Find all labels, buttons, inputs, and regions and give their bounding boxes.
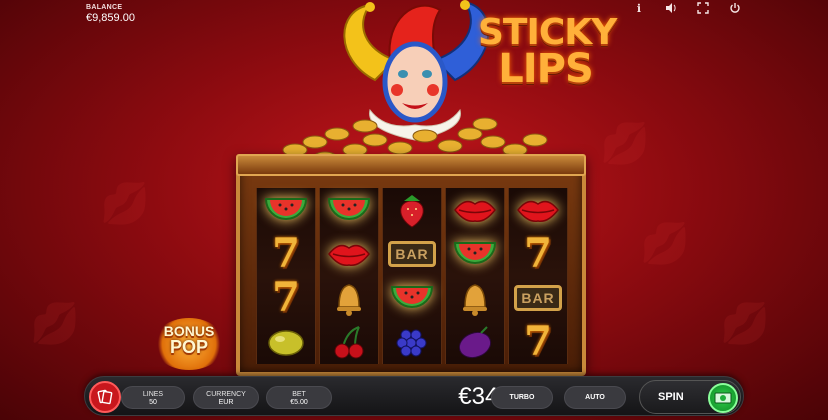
balance-label: BALANCE: [86, 4, 123, 11]
lines-selector[interactable]: LINES 50: [121, 386, 185, 409]
lips-symbol: [448, 190, 502, 230]
bell-symbol: [448, 278, 502, 318]
grapes-symbol: [385, 322, 439, 362]
watermelon-symbol: [385, 278, 439, 318]
seven-symbol-text: 7: [272, 230, 300, 277]
currency-selector[interactable]: CURRENCY EUR: [193, 386, 259, 409]
power-icon[interactable]: [728, 2, 742, 16]
balance-display: BALANCE €9,859.00: [86, 4, 135, 24]
lemon-symbol: [259, 322, 313, 362]
game-title-logo: STICKY LIPS: [478, 14, 617, 93]
bonus-pop-badge: BONUS POP: [153, 318, 225, 370]
seven-symbol: 7: [511, 322, 565, 362]
seven-symbol: 7: [259, 278, 313, 318]
balance-value: €9,859.00: [86, 11, 135, 24]
bet-value: €5.00: [290, 399, 308, 406]
bonus-line-1: BONUS: [163, 323, 215, 339]
seven-symbol: 7: [511, 234, 565, 274]
auto-button[interactable]: AUTO: [564, 386, 626, 409]
reel-4: [445, 188, 505, 364]
reel-3: BAR: [382, 188, 442, 364]
plum-symbol: [448, 322, 502, 362]
bet-label: BET: [292, 391, 306, 398]
bonus-line-2: POP: [169, 337, 208, 357]
bar-symbol: BAR: [511, 278, 565, 318]
spin-button[interactable]: SPIN: [639, 380, 741, 414]
bar-symbol: BAR: [385, 234, 439, 274]
paytable-menu-button[interactable]: [89, 381, 121, 413]
lips-symbol: [511, 190, 565, 230]
seven-symbol: 7: [259, 234, 313, 274]
seven-symbol-text: 7: [272, 274, 300, 321]
treasure-chest-frame: 7 7 BAR 7 BAR 7: [236, 154, 586, 376]
chest-lid: [236, 154, 586, 176]
strawberry-symbol: [385, 190, 439, 230]
lines-label: LINES: [142, 391, 164, 398]
turbo-button[interactable]: TURBO: [491, 386, 553, 409]
bottom-control-bar: LINES 50 CURRENCY EUR BET €5.00 €34.50 T…: [84, 376, 744, 416]
currency-value: EUR: [218, 399, 234, 406]
fullscreen-icon[interactable]: [696, 2, 710, 16]
bar-symbol-text: BAR: [388, 241, 436, 267]
spin-money-icon: [708, 383, 738, 413]
spin-label: SPIN: [658, 391, 684, 403]
cards-icon: [97, 389, 113, 405]
lips-symbol: [322, 234, 376, 274]
seven-symbol-text: 7: [524, 318, 552, 365]
reel-5: 7 BAR 7: [508, 188, 568, 364]
bar-symbol-text: BAR: [514, 285, 562, 311]
bell-symbol: [322, 278, 376, 318]
watermelon-symbol: [322, 190, 376, 230]
reel-2: [319, 188, 379, 364]
sound-icon[interactable]: [664, 2, 678, 16]
watermelon-symbol: [448, 234, 502, 274]
title-line-2: LIPS: [498, 46, 594, 93]
currency-label: CURRENCY: [206, 391, 246, 398]
reels-grid: 7 7 BAR 7 BAR 7: [256, 188, 568, 364]
lines-value: 50: [149, 399, 157, 406]
cherries-symbol: [322, 322, 376, 362]
bet-selector[interactable]: BET €5.00: [266, 386, 332, 409]
top-controls: ℹ: [632, 2, 742, 16]
info-icon[interactable]: ℹ: [632, 2, 646, 16]
reel-1: 77: [256, 188, 316, 364]
watermelon-symbol: [259, 190, 313, 230]
seven-symbol-text: 7: [524, 230, 552, 277]
